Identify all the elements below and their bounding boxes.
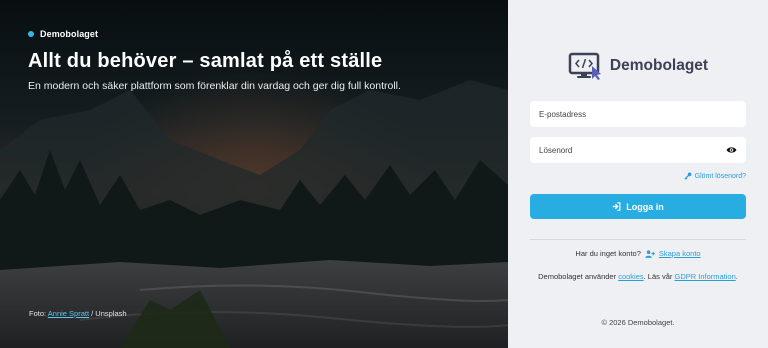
signup-row: Har du inget konto? Skapa konto <box>508 249 768 258</box>
email-field[interactable]: E-postadress <box>530 101 746 127</box>
cookie-mid: . Läs vår <box>643 272 673 281</box>
cookie-notice: Demobolaget använder cookies. Läs vår GD… <box>508 272 768 281</box>
create-account-link[interactable]: Skapa konto <box>659 249 701 258</box>
cookie-prefix: Demobolaget använder <box>538 272 617 281</box>
sign-in-icon <box>613 202 621 211</box>
logo: Demobolaget <box>508 52 768 80</box>
password-placeholder: Lösenord <box>539 145 573 155</box>
brand-dot-icon <box>28 31 34 37</box>
divider <box>530 239 746 240</box>
gdpr-link[interactable]: GDPR Information <box>675 272 736 281</box>
key-icon <box>683 172 692 180</box>
hero-headline: Allt du behöver – samlat på ett ställe <box>28 50 383 72</box>
monitor-code-icon <box>568 52 601 80</box>
forgot-password-label: Glömt lösenord? <box>694 172 746 180</box>
hero-brand: Demobolaget <box>28 29 488 39</box>
credit-prefix: Foto: <box>29 309 47 318</box>
hero-panel: Demobolaget Allt du behöver – samlat på … <box>0 0 508 348</box>
forgot-password-link[interactable]: Glömt lösenord? <box>683 172 746 180</box>
login-panel: Demobolaget E-postadress Lösenord Glömt … <box>508 0 768 348</box>
signup-question: Har du inget konto? <box>575 249 641 258</box>
user-plus-icon <box>645 249 655 258</box>
password-field[interactable]: Lösenord <box>530 137 746 163</box>
eye-icon[interactable] <box>726 146 737 154</box>
cookies-link[interactable]: cookies <box>618 272 643 281</box>
logo-text: Demobolaget <box>609 57 709 74</box>
email-placeholder: E-postadress <box>539 109 587 119</box>
photo-credit: Foto: Annie Spratt / Unsplash <box>29 309 127 318</box>
credit-author-link[interactable]: Annie Spratt <box>48 309 89 318</box>
credit-suffix: / Unsplash <box>91 309 127 318</box>
login-button-label: Logga in <box>626 201 664 212</box>
hero-brand-label: Demobolaget <box>40 29 99 39</box>
login-button[interactable]: Logga in <box>530 194 746 219</box>
copyright: © 2026 Demobolaget. <box>601 318 675 327</box>
hero-subtitle: En modern och säker plattform som förenk… <box>28 80 401 92</box>
cookie-suffix: . <box>735 272 738 281</box>
